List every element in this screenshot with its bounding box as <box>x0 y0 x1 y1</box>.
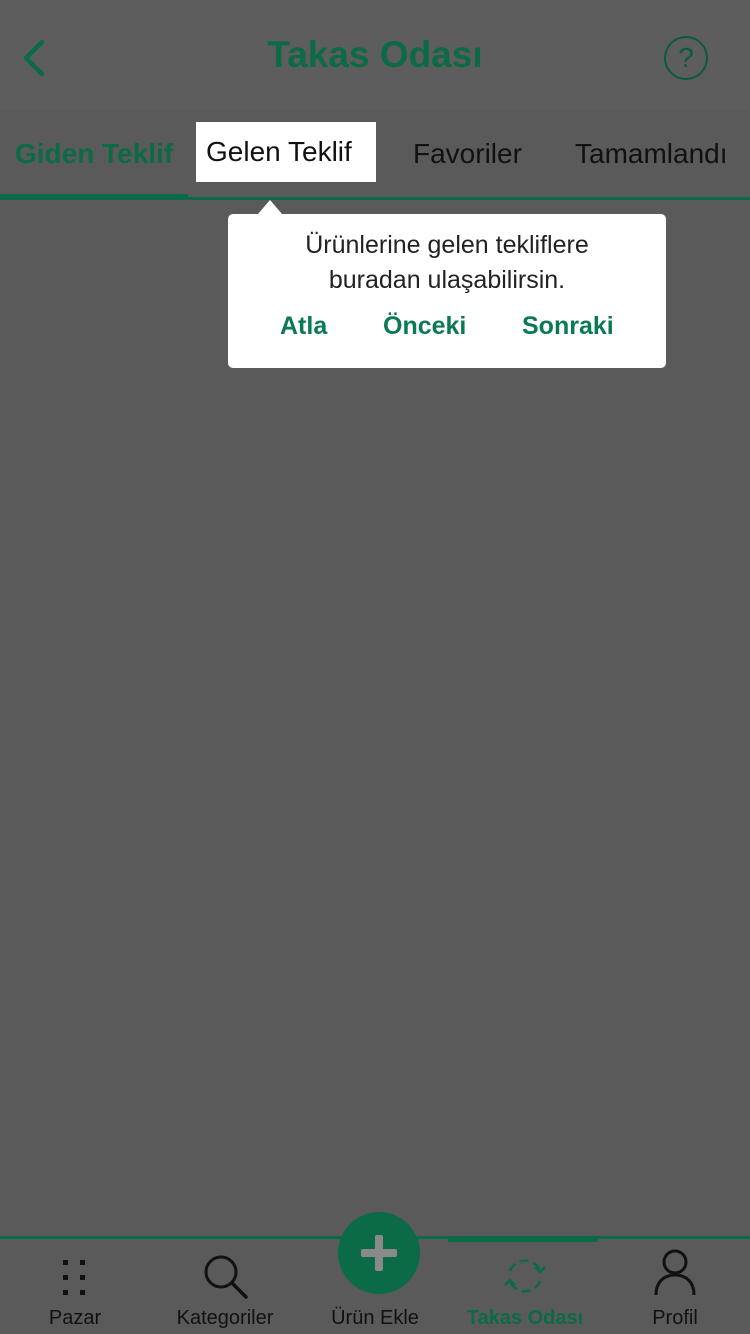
tab-favoriler[interactable]: Favoriler <box>413 110 522 198</box>
page-title: Takas Odası <box>267 34 483 75</box>
previous-button[interactable]: Önceki <box>383 312 466 341</box>
nav-label-urun-ekle: Ürün Ekle <box>331 1307 419 1329</box>
tab-tamamlandi[interactable]: Tamamlandı <box>575 110 728 198</box>
grid-dots-icon <box>63 1260 85 1295</box>
nav-item-profil[interactable]: Profil <box>600 1239 750 1334</box>
nav-item-takas-odasi[interactable]: Takas Odası <box>450 1239 600 1334</box>
onboarding-tooltip: Ürünlerine gelen tekliflere buradan ulaş… <box>228 214 666 368</box>
next-button[interactable]: Sonraki <box>522 312 614 341</box>
skip-button[interactable]: Atla <box>280 312 327 341</box>
nav-label-takas-odasi: Takas Odası <box>466 1307 584 1329</box>
tooltip-line-2: buradan ulaşabilirsin. <box>328 266 566 294</box>
nav-item-kategoriler[interactable]: Kategoriler <box>150 1239 300 1334</box>
nav-label-kategoriler: Kategoriler <box>176 1307 274 1329</box>
active-nav-indicator <box>448 1237 598 1242</box>
tooltip-message: Ürünlerine gelen tekliflere buradan ulaş… <box>228 228 666 298</box>
tab-bar: Giden Teklif Favoriler Tamamlandı Gelen … <box>0 110 750 200</box>
plus-icon <box>361 1235 397 1271</box>
nav-label-pazar: Pazar <box>48 1307 102 1329</box>
top-app-bar: Takas Odası ? <box>0 0 750 110</box>
help-button[interactable]: ? <box>664 36 708 80</box>
tooltip-arrow <box>258 200 282 214</box>
add-product-button[interactable] <box>338 1212 420 1294</box>
nav-label-profil: Profil <box>652 1307 698 1329</box>
user-icon <box>654 1249 696 1296</box>
swap-cycle-icon <box>504 1259 546 1293</box>
tab-giden-teklif[interactable]: Giden Teklif <box>15 110 173 198</box>
search-icon <box>204 1255 248 1299</box>
nav-item-pazar[interactable]: Pazar <box>0 1239 150 1334</box>
tab-gelen-teklif[interactable]: Gelen Teklif <box>196 122 376 182</box>
active-tab-indicator <box>0 194 188 199</box>
tooltip-line-1: Ürünlerine gelen tekliflere <box>305 231 589 259</box>
question-circle-icon: ? <box>678 42 694 73</box>
